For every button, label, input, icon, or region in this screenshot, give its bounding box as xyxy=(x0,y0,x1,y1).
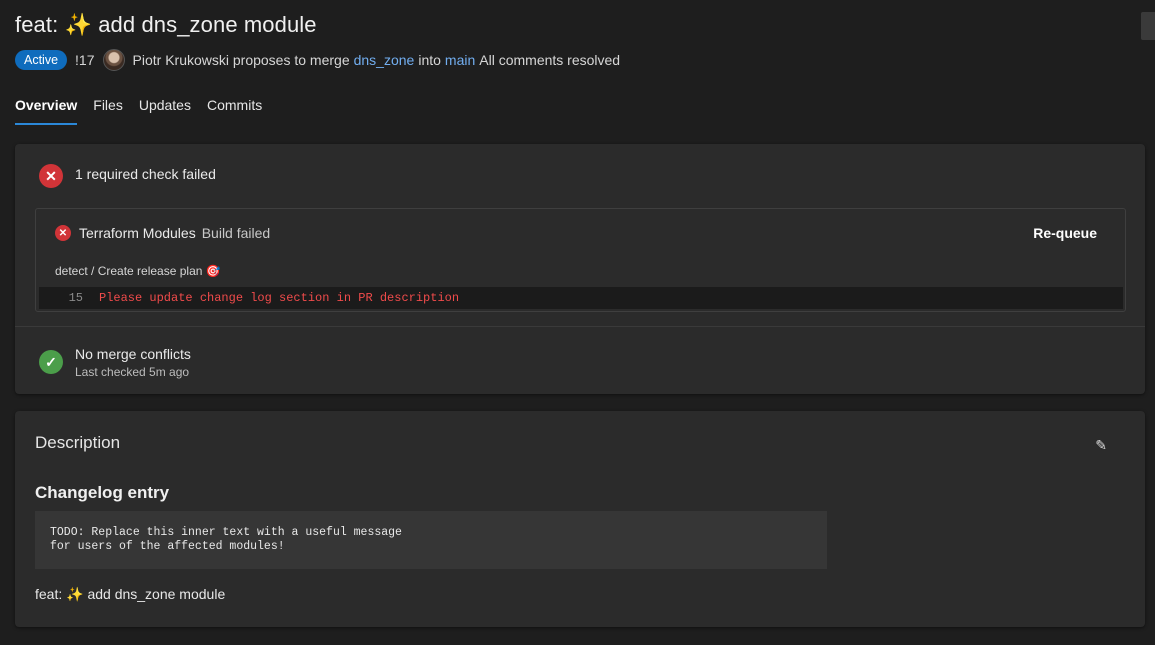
into-text: into xyxy=(418,52,441,68)
log-message: Please update change log section in PR d… xyxy=(99,291,460,305)
merge-status-title: No merge conflicts xyxy=(75,346,191,362)
changelog-heading: Changelog entry xyxy=(35,483,170,502)
checks-card: ✕ 1 required check failed ✕ Terraform Mo… xyxy=(15,144,1145,394)
author-text: Piotr Krukowski proposes to merge xyxy=(132,52,350,68)
merge-status-subtitle: Last checked 5m ago xyxy=(75,365,190,379)
tab-updates[interactable]: Updates xyxy=(139,97,191,125)
divider xyxy=(15,326,1145,327)
code-line: for users of the affected modules! xyxy=(50,540,285,553)
build-step: detect / Create release plan 🎯 xyxy=(55,264,221,278)
source-branch-link[interactable]: dns_zone xyxy=(354,52,415,68)
build-check-panel: ✕ Terraform Modules Build failed Re-queue… xyxy=(35,208,1126,312)
pencil-icon[interactable]: ✎ xyxy=(1095,437,1107,454)
pr-title: feat: ✨ add dns_zone module xyxy=(15,12,317,37)
description-card: Description ✎ Changelog entry TODO: Repl… xyxy=(15,411,1145,627)
comments-status: All comments resolved xyxy=(479,52,621,68)
code-block: TODO: Replace this inner text with a use… xyxy=(35,511,827,569)
build-status: Build failed xyxy=(201,225,271,241)
status-badge: Active xyxy=(15,50,68,70)
requeue-button[interactable]: Re-queue xyxy=(1033,225,1097,241)
description-body: feat: ✨ add dns_zone module xyxy=(35,586,226,602)
log-line-number: 15 xyxy=(68,291,83,305)
log-line: 15 Please update change log section in P… xyxy=(39,287,1123,309)
target-branch-link[interactable]: main xyxy=(445,52,475,68)
error-circle-icon: ✕ xyxy=(55,225,71,241)
error-circle-icon: ✕ xyxy=(39,164,63,188)
tab-commits[interactable]: Commits xyxy=(207,97,262,125)
avatar[interactable] xyxy=(102,49,125,71)
tab-files[interactable]: Files xyxy=(93,97,123,125)
side-panel-toggle[interactable] xyxy=(1141,12,1155,40)
tab-overview[interactable]: Overview xyxy=(15,97,78,125)
pr-meta: Active !17 Piotr Krukowski proposes to m… xyxy=(15,49,620,71)
code-line: TODO: Replace this inner text with a use… xyxy=(50,526,402,539)
pr-number: !17 xyxy=(75,52,95,68)
build-name[interactable]: Terraform Modules xyxy=(79,225,196,241)
checks-summary: 1 required check failed xyxy=(75,166,216,182)
description-heading: Description xyxy=(35,433,121,452)
check-circle-icon: ✓ xyxy=(39,350,63,374)
pr-tabs: Overview Files Updates Commits xyxy=(15,97,278,125)
